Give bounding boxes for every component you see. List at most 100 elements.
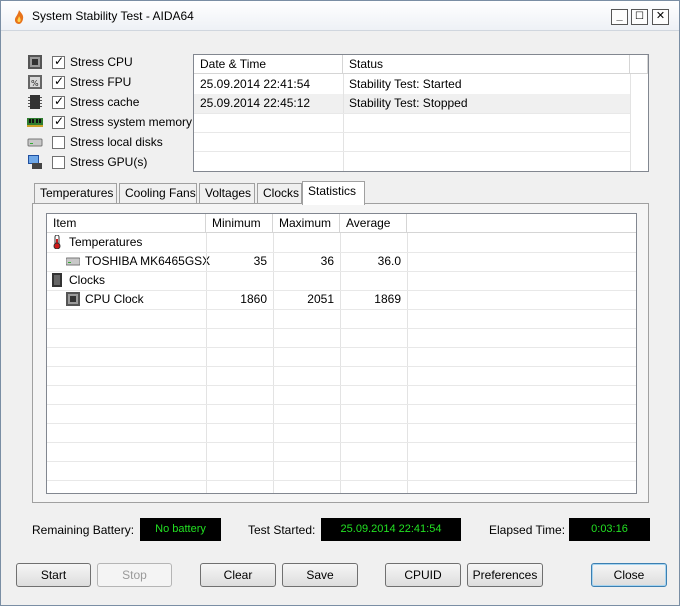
grid-line <box>47 290 636 291</box>
cpu-icon <box>66 292 80 306</box>
log-status: Stability Test: Stopped <box>349 96 468 110</box>
clear-button[interactable]: Clear <box>200 563 276 587</box>
battery-label: Remaining Battery: <box>32 523 135 537</box>
disk-icon <box>27 138 43 147</box>
log-status: Stability Test: Started <box>349 77 462 91</box>
table-row[interactable]: TOSHIBA MK6465GSX 35 36 36.0 <box>47 252 636 271</box>
cpuid-button[interactable]: CPUID <box>385 563 461 587</box>
start-button[interactable]: Start <box>16 563 91 587</box>
check-mark-icon: ✓ <box>54 54 65 68</box>
column-header-filler <box>407 214 636 233</box>
item-minimum: 1860 <box>240 292 267 306</box>
log-row[interactable]: 25.09.2014 22:45:12 Stability Test: Stop… <box>194 94 630 113</box>
stress-disks-option[interactable]: Stress local disks <box>27 133 197 151</box>
stress-cache-option[interactable]: ✓ Stress cache <box>27 93 197 111</box>
log-datetime: 25.09.2014 22:45:12 <box>200 96 311 110</box>
table-group-row[interactable]: Temperatures <box>47 233 636 252</box>
svg-text:%: % <box>31 79 39 88</box>
stress-gpu-label: Stress GPU(s) <box>70 155 148 169</box>
window-title: System Stability Test - AIDA64 <box>32 9 194 23</box>
stress-cpu-option[interactable]: ✓ Stress CPU <box>27 53 197 71</box>
thermometer-icon <box>53 235 61 249</box>
stress-gpu-checkbox[interactable] <box>52 156 65 169</box>
stress-memory-option[interactable]: ✓ Stress system memory <box>27 113 197 131</box>
preferences-button[interactable]: Preferences <box>467 563 543 587</box>
statistics-table[interactable]: Item Minimum Maximum Average Temperature… <box>46 213 637 494</box>
cpu-icon <box>28 55 42 69</box>
grid-line <box>47 480 636 481</box>
event-log-list[interactable]: Date & Time Status 25.09.2014 22:41:54 S… <box>193 54 649 172</box>
tab-cooling-fans[interactable]: Cooling Fans <box>119 183 197 204</box>
table-row[interactable]: CPU Clock 1860 2051 1869 <box>47 290 636 309</box>
stress-gpu-option[interactable]: Stress GPU(s) <box>27 153 197 171</box>
title-bar: System Stability Test - AIDA64 _ ☐ ✕ <box>1 1 679 31</box>
column-header-item[interactable]: Item <box>47 214 206 233</box>
stress-disks-label: Stress local disks <box>70 135 163 149</box>
tab-statistics[interactable]: Statistics <box>302 181 365 205</box>
column-header-average[interactable]: Average <box>340 214 407 233</box>
stress-disks-checkbox[interactable] <box>52 136 65 149</box>
log-row[interactable]: 25.09.2014 22:41:54 Stability Test: Star… <box>194 75 630 94</box>
grid-line <box>407 233 408 493</box>
stop-button[interactable]: Stop <box>97 563 172 587</box>
clock-chip-icon <box>52 273 62 287</box>
grid-line <box>194 151 630 152</box>
stress-cpu-checkbox[interactable]: ✓ <box>52 54 65 69</box>
table-group-row[interactable]: Clocks <box>47 271 636 290</box>
stress-fpu-checkbox[interactable]: ✓ <box>52 74 65 89</box>
tab-voltages[interactable]: Voltages <box>199 183 255 204</box>
grid-line <box>47 271 636 272</box>
close-window-button[interactable]: ✕ <box>652 9 669 25</box>
grid-line <box>47 252 636 253</box>
log-datetime: 25.09.2014 22:41:54 <box>200 77 311 91</box>
maximize-button[interactable]: ☐ <box>631 9 648 25</box>
stress-memory-checkbox[interactable]: ✓ <box>52 114 65 129</box>
disk-icon <box>66 257 80 266</box>
item-maximum: 36 <box>320 254 334 268</box>
stress-fpu-label: Stress FPU <box>70 75 132 89</box>
minimize-button[interactable]: _ <box>611 9 628 25</box>
grid-line <box>47 442 636 443</box>
item-minimum: 35 <box>253 254 267 268</box>
fpu-icon: % <box>28 75 42 89</box>
column-header-status[interactable]: Status <box>343 55 630 74</box>
grid-line <box>47 347 636 348</box>
check-mark-icon: ✓ <box>54 74 65 88</box>
check-mark-icon: ✓ <box>54 114 65 128</box>
check-mark-icon: ✓ <box>54 94 65 108</box>
grid-line <box>630 74 631 171</box>
group-label: Clocks <box>69 273 106 287</box>
test-started-label: Test Started: <box>248 523 316 537</box>
elapsed-time-value: 0:03:16 <box>569 518 650 541</box>
stress-cache-checkbox[interactable]: ✓ <box>52 94 65 109</box>
grid-line <box>47 404 636 405</box>
grid-line <box>343 74 344 171</box>
stress-cache-label: Stress cache <box>70 95 140 109</box>
statistics-panel: Item Minimum Maximum Average Temperature… <box>32 203 649 503</box>
battery-value: No battery <box>140 518 221 541</box>
memory-icon <box>27 118 43 127</box>
group-label: Temperatures <box>69 235 143 249</box>
save-button[interactable]: Save <box>282 563 358 587</box>
tab-clocks[interactable]: Clocks <box>257 183 302 204</box>
grid-line <box>47 328 636 329</box>
grid-line <box>47 423 636 424</box>
tab-temperatures[interactable]: Temperatures <box>34 183 117 204</box>
column-header-datetime[interactable]: Date & Time <box>194 55 343 74</box>
column-header-minimum[interactable]: Minimum <box>206 214 273 233</box>
stress-fpu-option[interactable]: % ✓ Stress FPU <box>27 73 197 91</box>
grid-line <box>194 113 630 114</box>
stress-memory-label: Stress system memory <box>70 115 193 129</box>
column-header-maximum[interactable]: Maximum <box>273 214 340 233</box>
cache-icon <box>28 95 42 109</box>
elapsed-time-label: Elapsed Time: <box>489 523 566 537</box>
item-average: 1869 <box>374 292 401 306</box>
grid-line <box>47 309 636 310</box>
close-button[interactable]: Close <box>591 563 667 587</box>
app-window: System Stability Test - AIDA64 _ ☐ ✕ ✓ S… <box>0 0 680 606</box>
item-maximum: 2051 <box>307 292 334 306</box>
grid-line <box>273 233 274 493</box>
grid-line <box>47 461 636 462</box>
item-name: CPU Clock <box>85 292 144 306</box>
gpu-icon <box>28 155 42 169</box>
